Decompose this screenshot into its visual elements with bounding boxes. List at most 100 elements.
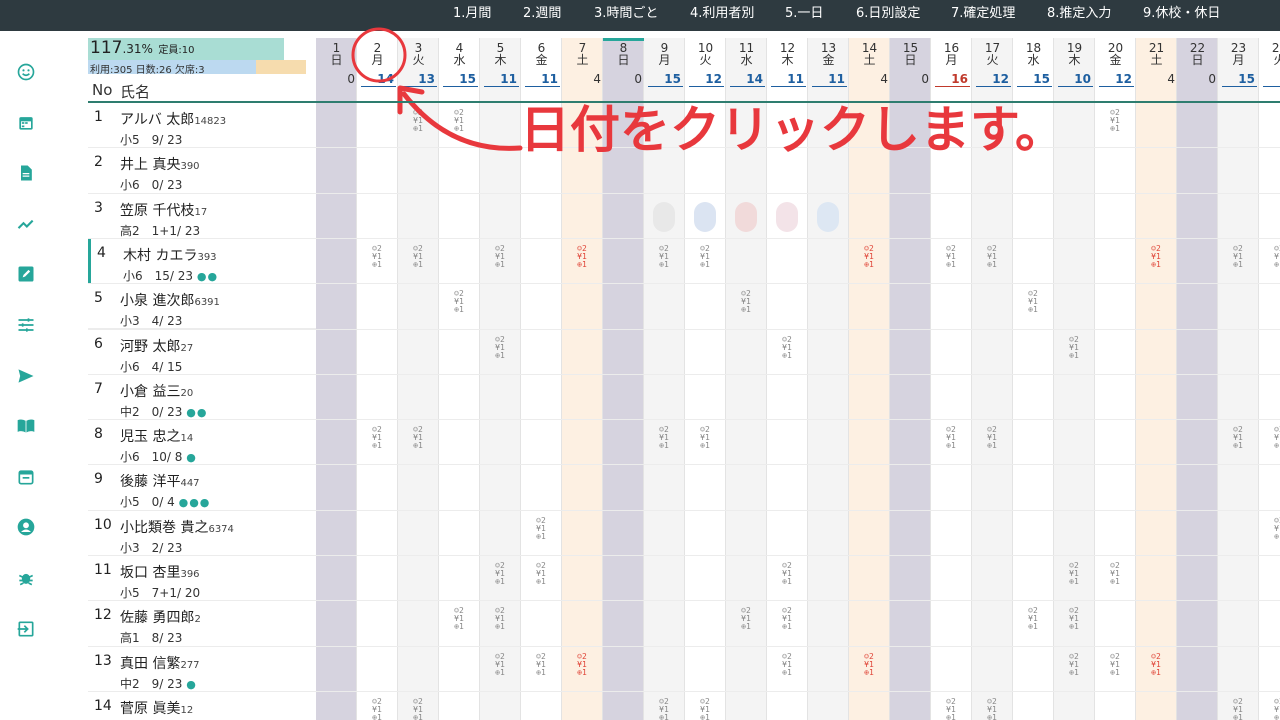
day-header-19[interactable]: 19 木	[1054, 38, 1095, 74]
menu-tab-9[interactable]: 9.休校・休日	[1143, 0, 1220, 31]
user-row[interactable]: 9 後藤 洋平447 小5 0/ 4 ●●●	[88, 465, 316, 511]
reservation-mark[interactable]: ☺2¥1⊕1	[492, 652, 508, 677]
user-row[interactable]: 11 坂口 杏里396 小5 7+1/ 20	[88, 556, 316, 602]
menu-tab-3[interactable]: 3.時間ごと	[594, 0, 658, 31]
day-header-14[interactable]: 14 土	[849, 38, 890, 74]
reservation-mark[interactable]: ☺2¥1⊕1	[1271, 697, 1280, 720]
logout-icon[interactable]	[16, 619, 36, 639]
day-header-24[interactable]: 24火	[1259, 38, 1280, 74]
day-header-9[interactable]: 9月	[644, 38, 685, 74]
event-icon[interactable]	[16, 467, 36, 487]
reservation-mark[interactable]: ☺2¥1⊕1	[1107, 109, 1123, 133]
reservation-mark[interactable]: ☺2¥1⊕1	[1271, 516, 1280, 541]
user-row[interactable]: 1 アルバ 太郎14823 小5 9/ 23	[88, 103, 316, 149]
reservation-mark[interactable]: ☺2¥1⊕1	[369, 697, 385, 720]
day-header-16[interactable]: 16 月	[931, 38, 972, 74]
reservation-mark[interactable]: ☺2¥1⊕1	[533, 652, 549, 677]
reservation-mark[interactable]: ☺2¥1⊕1	[492, 335, 508, 360]
reservation-mark[interactable]: ☺2¥1⊕1	[656, 244, 672, 269]
reservation-mark[interactable]: ☺2¥1⊕1	[1230, 426, 1246, 450]
reservation-mark[interactable]: ☺2¥1⊕1	[492, 244, 508, 269]
user-row[interactable]: 10 小比類巻 貴之6374 小3 2/ 23	[88, 511, 316, 556]
day-header-13[interactable]: 13 金	[808, 38, 849, 74]
user-row[interactable]: 6 河野 太郎27 小6 4/ 15	[88, 330, 316, 375]
day-header-15[interactable]: 15 日	[890, 38, 931, 74]
reservation-mark[interactable]: ☺2¥1⊕1	[943, 426, 959, 450]
reservation-mark[interactable]: ☺2¥1⊕1	[984, 697, 1000, 720]
reservation-mark[interactable]: ☺2¥1⊕1	[492, 562, 508, 586]
reservation-mark[interactable]: ☺2¥1⊕1	[1066, 607, 1082, 631]
day-header-5[interactable]: 5木	[480, 38, 521, 74]
reservation-mark[interactable]: ☺2¥1⊕1	[861, 652, 877, 677]
reservation-mark[interactable]: ☺2¥1⊕1	[697, 244, 713, 269]
reservation-mark[interactable]: ☺2¥1⊕1	[492, 607, 508, 631]
reservation-mark[interactable]: ☺2¥1⊕1	[410, 244, 426, 269]
user-row[interactable]: 12 佐藤 勇四郎2 高1 8/ 23	[88, 601, 316, 647]
calendar-icon[interactable]	[16, 113, 36, 133]
day-header-17[interactable]: 17 火	[972, 38, 1013, 74]
reservation-mark[interactable]: ☺2¥1⊕1	[738, 607, 754, 631]
reservation-mark[interactable]: ☺2¥1⊕1	[697, 426, 713, 450]
reservation-mark[interactable]: ☺2¥1⊕1	[943, 244, 959, 269]
book-icon[interactable]	[16, 416, 36, 436]
reservation-mark[interactable]: ☺2¥1⊕1	[451, 607, 467, 631]
reservation-mark[interactable]: ☺2¥1⊕1	[1148, 244, 1164, 269]
reservation-mark[interactable]: ☺2¥1⊕1	[1066, 562, 1082, 586]
account-icon[interactable]	[16, 517, 36, 537]
reservation-mark[interactable]: ☺2¥1⊕1	[1230, 697, 1246, 720]
reservation-mark[interactable]: ☺2¥1⊕1	[861, 244, 877, 269]
reservation-mark[interactable]: ☺2¥1⊕1	[779, 562, 795, 586]
reservation-mark[interactable]: ☺2¥1⊕1	[1271, 244, 1280, 269]
reservation-mark[interactable]: ☺2¥1⊕1	[533, 562, 549, 586]
day-header-8[interactable]: 8日	[603, 38, 644, 74]
reservation-mark[interactable]: ☺2¥1⊕1	[779, 652, 795, 677]
reservation-mark[interactable]: ☺2¥1⊕1	[1107, 562, 1123, 586]
menu-tab-6[interactable]: 6.日別設定	[856, 0, 920, 31]
day-header-11[interactable]: 11 水	[726, 38, 767, 74]
reservation-mark[interactable]: ☺2¥1⊕1	[410, 426, 426, 450]
day-header-4[interactable]: 4水	[439, 38, 480, 74]
day-header-12[interactable]: 12 木	[767, 38, 808, 74]
menu-tab-2[interactable]: 2.週間	[523, 0, 561, 31]
reservation-mark[interactable]: ☺2¥1⊕1	[779, 335, 795, 360]
user-row[interactable]: 2 井上 真央390 小6 0/ 23	[88, 148, 316, 194]
reservation-mark[interactable]: ☺2¥1⊕1	[1148, 652, 1164, 677]
reservation-mark[interactable]: ☺2¥1⊕1	[1271, 426, 1280, 450]
reservation-mark[interactable]: ☺2¥1⊕1	[779, 607, 795, 631]
reservation-mark[interactable]: ☺2¥1⊕1	[1066, 652, 1082, 677]
edit-icon[interactable]	[16, 264, 36, 284]
reservation-mark[interactable]: ☺2¥1⊕1	[1066, 335, 1082, 360]
reservation-mark[interactable]: ☺2¥1⊕1	[1107, 652, 1123, 677]
user-row[interactable]: 7 小倉 益三20 中2 0/ 23 ●●	[88, 375, 316, 421]
send-icon[interactable]	[16, 366, 36, 386]
trending-icon[interactable]	[16, 214, 36, 234]
day-header-10[interactable]: 10 火	[685, 38, 726, 74]
menu-tab-5[interactable]: 5.一日	[785, 0, 823, 31]
reservation-mark[interactable]: ☺2¥1⊕1	[943, 697, 959, 720]
user-row[interactable]: 14 菅原 眞美12	[88, 692, 316, 720]
reservation-mark[interactable]: ☺2¥1⊕1	[1025, 607, 1041, 631]
day-header-7[interactable]: 7土	[562, 38, 603, 74]
document-icon[interactable]	[16, 163, 36, 183]
reservation-mark[interactable]: ☺2¥1⊕1	[369, 244, 385, 269]
reservation-mark[interactable]: ☺2¥1⊕1	[451, 290, 467, 314]
reservation-mark[interactable]: ☺2¥1⊕1	[697, 697, 713, 720]
menu-tab-1[interactable]: 1.月間	[453, 0, 491, 31]
day-header-21[interactable]: 21 土	[1136, 38, 1177, 74]
reservation-mark[interactable]: ☺2¥1⊕1	[574, 652, 590, 677]
reservation-mark[interactable]: ☺2¥1⊕1	[1230, 244, 1246, 269]
user-row[interactable]: 4 木村 カエラ393 小6 15/ 23 ●●	[88, 238, 316, 285]
day-header-20[interactable]: 20 金	[1095, 38, 1136, 74]
reservation-mark[interactable]: ☺2¥1⊕1	[984, 244, 1000, 269]
user-row[interactable]: 3 笠原 千代枝17 高2 1+1/ 23	[88, 194, 316, 239]
reservation-mark[interactable]: ☺2¥1⊕1	[656, 697, 672, 720]
smiley-icon[interactable]	[16, 62, 36, 82]
reservation-mark[interactable]: ☺2¥1⊕1	[738, 290, 754, 314]
reservation-mark[interactable]: ☺2¥1⊕1	[656, 426, 672, 450]
menu-tab-8[interactable]: 8.推定入力	[1047, 0, 1111, 31]
user-row[interactable]: 8 児玉 忠之14 小6 10/ 8 ●	[88, 420, 316, 466]
reservation-mark[interactable]: ☺2¥1⊕1	[369, 426, 385, 450]
reservation-mark[interactable]: ☺2¥1⊕1	[574, 244, 590, 269]
reservation-mark[interactable]: ☺2¥1⊕1	[410, 697, 426, 720]
user-row[interactable]: 5 小泉 進次郎6391 小3 4/ 23	[88, 284, 316, 330]
